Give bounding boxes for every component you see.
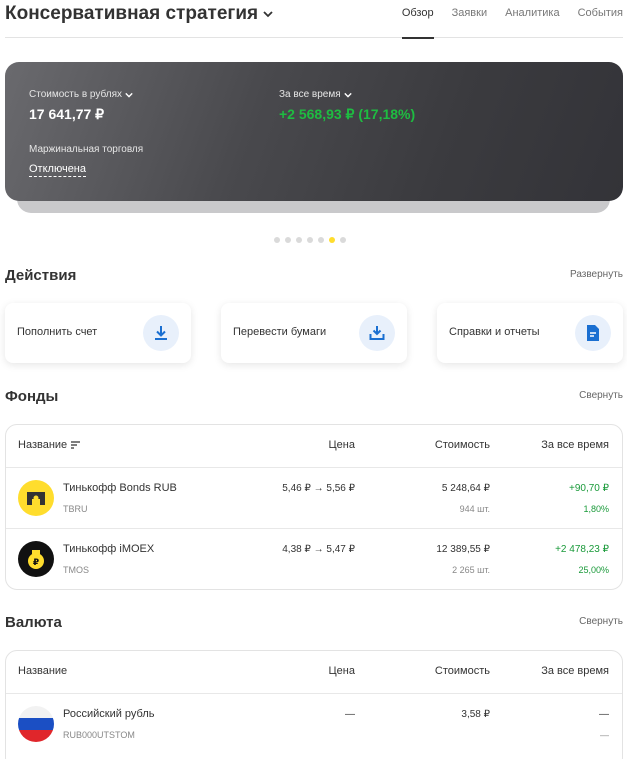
fund-value: 5 248,64 ₽ [441,483,490,494]
carousel-dot-active[interactable] [329,237,335,243]
column-header-total: За все время [541,665,609,677]
fund-price: 4,38 ₽ → 5,47 ₽ [282,544,355,555]
margin-trading-status-link[interactable]: Отключена [29,163,86,177]
action-label: Пополнить счет [17,326,98,338]
chevron-down-icon [343,92,352,98]
divider [6,467,622,468]
russia-flag-icon [18,706,54,742]
actions-expand-link[interactable]: Развернуть [570,269,623,280]
column-header-price: Цена [328,665,355,677]
fund-change-pct: 25,00% [578,565,609,575]
currency-change: — [599,709,609,720]
column-header-price: Цена [328,439,355,451]
tab-overview[interactable]: Обзор [401,0,434,39]
divider [6,693,622,694]
currency-value: 3,58 ₽ [461,709,490,720]
column-header-name: Название [18,439,68,451]
fund-change-pct: 1,80% [583,504,609,514]
portfolio-summary-card[interactable]: Стоимость в рублях 17 641,77 ₽ За все вр… [5,62,623,201]
currency-table: Название Цена Стоимость За все время Рос… [5,650,623,759]
actions-section-title: Действия [5,267,77,284]
carousel-dot[interactable] [318,237,324,243]
chevron-down-icon [125,92,133,98]
column-header-value: Стоимость [434,439,490,451]
carousel-dot[interactable] [307,237,313,243]
value-currency-selector[interactable]: Стоимость в рублях [29,89,133,100]
margin-trading-label: Маржинальная торговля [29,144,144,155]
carousel-dots [274,237,346,243]
sort-icon [71,441,81,449]
statements-reports-button[interactable]: Справки и отчеты [437,303,623,363]
fund-logo-tmos: ₽ [18,541,54,577]
svg-text:₽: ₽ [33,558,39,568]
strategy-title-dropdown[interactable]: Консервативная стратегия [5,3,273,25]
action-label: Справки и отчеты [449,326,540,338]
tab-bar: Обзор Заявки Аналитика События [384,0,623,39]
fund-quantity: 944 шт. [459,504,490,514]
currency-ticker: RUB000UTSTOM [63,730,135,740]
document-icon [575,315,611,351]
action-label: Перевести бумаги [233,326,327,338]
funds-table: Название Цена Стоимость За все время Тин… [5,424,623,590]
fund-logo-tbru [18,480,54,516]
portfolio-change: +2 568,93 ₽ (17,18%) [279,106,416,122]
fund-ticker: TMOS [63,565,89,575]
carousel-dot[interactable] [274,237,280,243]
carousel-dot[interactable] [340,237,346,243]
top-up-account-button[interactable]: Пополнить счет [5,303,191,363]
period-selector[interactable]: За все время [279,89,352,100]
carousel-dot[interactable] [285,237,291,243]
tab-events[interactable]: События [578,0,623,38]
fund-price: 5,46 ₽ → 5,56 ₽ [282,483,355,494]
currency-collapse-link[interactable]: Свернуть [579,616,623,627]
page-header: Консервативная стратегия Обзор Заявки Ан… [5,0,623,39]
page-title: Консервативная стратегия [5,3,259,24]
value-label: Стоимость в рублях [29,89,123,100]
fund-name: Тинькофф Bonds RUB [63,482,177,494]
divider [6,528,622,529]
download-icon [143,315,179,351]
currency-section-title: Валюта [5,614,62,631]
fund-quantity: 2 265 шт. [452,565,490,575]
transfer-icon [359,315,395,351]
portfolio-value: 17 641,77 ₽ [29,106,105,122]
fund-change: +90,70 ₽ [568,483,609,494]
fund-ticker: TBRU [63,504,88,514]
column-header-value: Стоимость [434,665,490,677]
currency-change-pct: — [600,730,609,740]
column-name-sort[interactable]: Название [18,439,81,451]
column-header-total: За все время [541,439,609,451]
fund-value: 12 389,55 ₽ [436,544,490,555]
column-header-name: Название [18,665,68,677]
currency-name: Российский рубль [63,708,155,720]
funds-section-title: Фонды [5,388,59,405]
funds-collapse-link[interactable]: Свернуть [579,390,623,401]
transfer-securities-button[interactable]: Перевести бумаги [221,303,407,363]
tab-orders[interactable]: Заявки [452,0,488,38]
fund-change: +2 478,23 ₽ [555,544,609,555]
tab-analytics[interactable]: Аналитика [505,0,559,38]
fund-name: Тинькофф iMOEX [63,543,155,555]
chevron-down-icon [263,11,273,18]
carousel-dot[interactable] [296,237,302,243]
currency-price: — [345,709,355,720]
period-label: За все время [279,89,341,100]
